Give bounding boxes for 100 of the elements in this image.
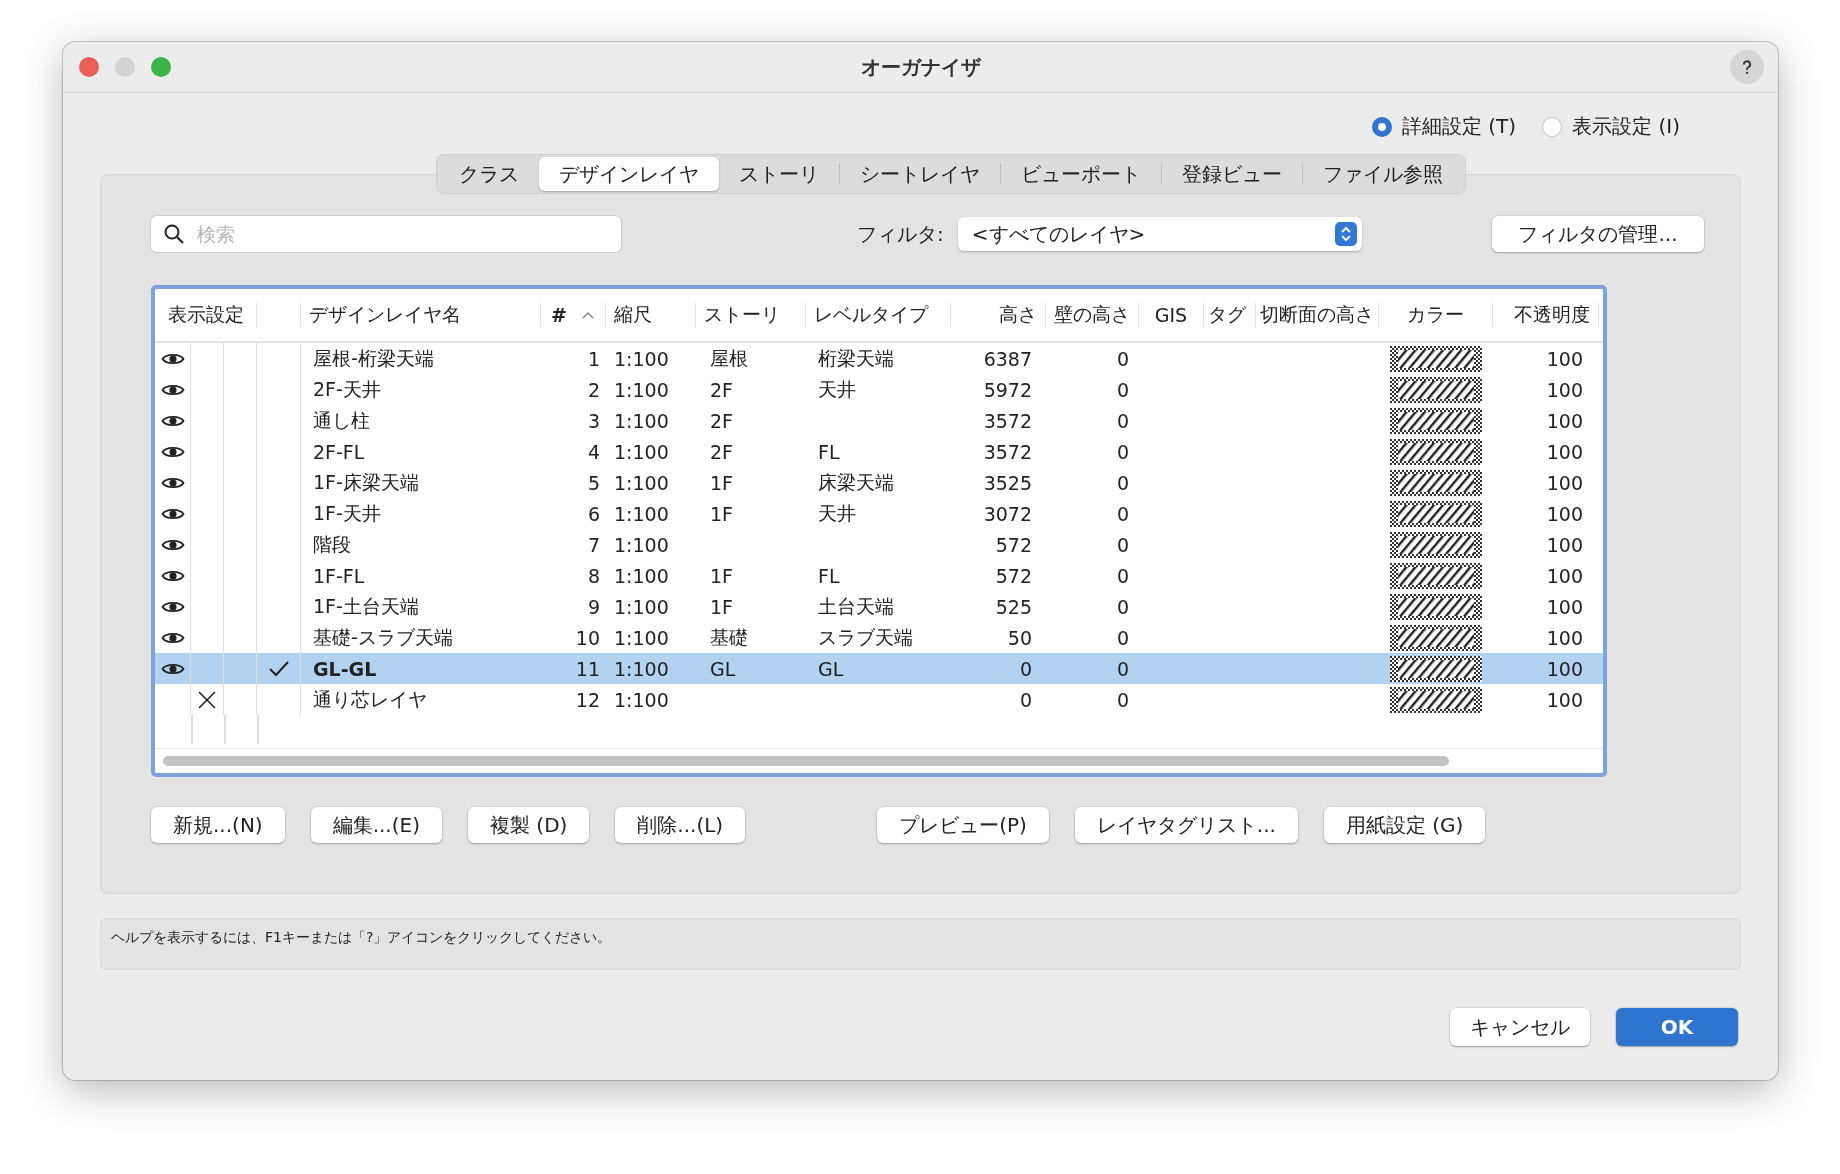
table-cell: FL	[818, 440, 840, 463]
column-header[interactable]: #	[541, 303, 606, 327]
table-row[interactable]: 2F-FL 4 1:100 2F FL 3572 0 100	[155, 436, 1603, 467]
table-cell: 屋根	[710, 346, 748, 369]
hatch-swatch[interactable]	[1390, 376, 1482, 403]
help-button[interactable]	[1730, 50, 1764, 84]
table-cell-text: 100	[1545, 502, 1584, 525]
tab[interactable]: 登録ビュー	[1161, 157, 1302, 191]
mode-radio[interactable]: 表示設定 (I)	[1542, 113, 1680, 140]
table-cell: 土台天端	[818, 594, 894, 617]
layer-name: 通し柱	[312, 407, 371, 433]
table-cell-text: 100	[1545, 533, 1584, 556]
table-row[interactable]: 通り芯レイヤ 12 1:100 0 0 100	[155, 684, 1603, 715]
table-cell: GL	[710, 657, 736, 680]
layer-name: 2F-天井	[312, 376, 382, 402]
hatch-swatch[interactable]	[1390, 500, 1482, 527]
hatch-swatch[interactable]	[1390, 345, 1482, 372]
column-header[interactable]: タグ	[1204, 303, 1256, 327]
hatch-swatch[interactable]	[1390, 438, 1482, 465]
column-header[interactable]: GIS	[1139, 303, 1204, 327]
table-cell: 0	[1019, 657, 1032, 680]
tab[interactable]: シートレイヤ	[839, 157, 1000, 191]
close-button[interactable]	[79, 57, 99, 77]
column-header[interactable]: 高さ	[951, 303, 1046, 327]
table-cell: 0	[1116, 347, 1129, 370]
layer-action-button[interactable]: 削除...(L)	[615, 807, 746, 843]
table-cell: 11	[575, 657, 600, 680]
table-cell-text: 100	[1545, 347, 1584, 370]
scrollbar-thumb[interactable]	[163, 756, 1449, 766]
tab[interactable]: デザインレイヤ	[538, 157, 719, 191]
column-header[interactable]: 表示設定	[155, 303, 257, 327]
table-cell-text: 100	[1545, 564, 1584, 587]
table-cell: 10	[575, 626, 600, 649]
dialog-action-button[interactable]: レイヤタグリスト...	[1074, 807, 1298, 843]
layer-name: 通り芯レイヤ	[312, 686, 428, 712]
table-row[interactable]: 1F-土台天端 9 1:100 1F 土台天端 525 0 100	[155, 591, 1603, 622]
tab[interactable]: クラス	[438, 157, 539, 191]
table-cell: 1:100	[614, 626, 669, 649]
table-cell: 1:100	[614, 502, 669, 525]
table-cell: 1:100	[614, 595, 669, 618]
table-row[interactable]: 通し柱 3 1:100 2F 3572 0 100	[155, 405, 1603, 436]
column-header[interactable]: レベルタイプ	[806, 303, 951, 327]
column-header[interactable]: ストーリ	[696, 303, 806, 327]
table-row[interactable]: GL-GL 11 1:100 GL GL 0 0 100	[155, 653, 1603, 684]
search-field[interactable]: 検索	[151, 216, 621, 252]
table-cell: 天井	[818, 377, 856, 400]
column-header[interactable]: 壁の高さ	[1046, 303, 1139, 327]
table-cell: 1:100	[614, 347, 669, 370]
table-row[interactable]: 1F-FL 8 1:100 1F FL 572 0 100	[155, 560, 1603, 591]
manage-filters-button[interactable]: フィルタの管理...	[1492, 216, 1704, 252]
table-row[interactable]: 1F-床梁天端 5 1:100 1F 床梁天端 3525 0 100	[155, 467, 1603, 498]
hatch-swatch[interactable]	[1390, 686, 1482, 713]
hatch-swatch[interactable]	[1390, 531, 1482, 558]
column-header[interactable]: 縮尺	[606, 303, 696, 327]
dialog-action-button[interactable]: 用紙設定 (G)	[1323, 807, 1486, 843]
table-cell: 1:100	[614, 409, 669, 432]
filter-dropdown[interactable]: <すべてのレイヤ>	[957, 217, 1362, 251]
column-header[interactable]: 切断面の高さ	[1256, 303, 1379, 327]
table-cell: 1:100	[614, 688, 669, 711]
column-header[interactable]: デザインレイヤ名	[301, 303, 541, 327]
cancel-button[interactable]: キャンセル	[1450, 1008, 1590, 1046]
table-cell: 9	[587, 595, 600, 618]
column-header[interactable]: カラー	[1379, 303, 1493, 327]
hatch-swatch[interactable]	[1390, 407, 1482, 434]
table-cell: 0	[1116, 688, 1129, 711]
hatch-swatch[interactable]	[1390, 655, 1482, 682]
table-row[interactable]: 2F-天井 2 1:100 2F 天井 5972 0 100	[155, 374, 1603, 405]
table-row[interactable]: 階段 7 1:100 572 0 100	[155, 529, 1603, 560]
hatch-swatch[interactable]	[1390, 469, 1482, 496]
table-cell: 1F	[710, 471, 734, 494]
layer-name: 2F-FL	[312, 440, 366, 463]
layer-name: 1F-天井	[312, 500, 382, 526]
tab[interactable]: ファイル参照	[1302, 157, 1463, 191]
table-cell: 3572	[983, 440, 1032, 463]
table-row[interactable]: 屋根-桁梁天端 1 1:100 屋根 桁梁天端 6387 0 100	[155, 343, 1603, 374]
table-cell: 2F	[710, 409, 734, 432]
tab[interactable]: ストーリ	[718, 157, 839, 191]
table-row[interactable]: 1F-天井 6 1:100 1F 天井 3072 0 100	[155, 498, 1603, 529]
layer-action-button[interactable]: 新規...(N)	[151, 807, 285, 843]
hatch-swatch[interactable]	[1390, 593, 1482, 620]
dialog-action-button[interactable]: プレビュー(P)	[877, 807, 1049, 843]
layer-action-button[interactable]: 複製 (D)	[467, 807, 590, 843]
table-cell: 0	[1116, 471, 1129, 494]
sort-ascending-icon	[580, 310, 595, 320]
layer-action-button[interactable]: 編集...(E)	[310, 807, 442, 843]
hatch-swatch[interactable]	[1390, 624, 1482, 651]
table-cell-text: 100	[1545, 688, 1584, 711]
search-icon	[163, 223, 185, 245]
ok-button[interactable]: OK	[1616, 1008, 1738, 1046]
table-cell: 5972	[983, 378, 1032, 401]
layer-name: 階段	[312, 531, 352, 557]
table-cell: 572	[995, 564, 1032, 587]
cross-icon[interactable]	[197, 689, 217, 710]
table-cell: 0	[1116, 378, 1129, 401]
hatch-swatch[interactable]	[1390, 562, 1482, 589]
table-cell: 0	[1116, 626, 1129, 649]
tab[interactable]: ビューポート	[1000, 157, 1161, 191]
table-cell: 50	[1007, 626, 1032, 649]
column-header[interactable]: 不透明度	[1493, 303, 1599, 327]
mode-radio[interactable]: 詳細設定 (T)	[1371, 113, 1517, 140]
